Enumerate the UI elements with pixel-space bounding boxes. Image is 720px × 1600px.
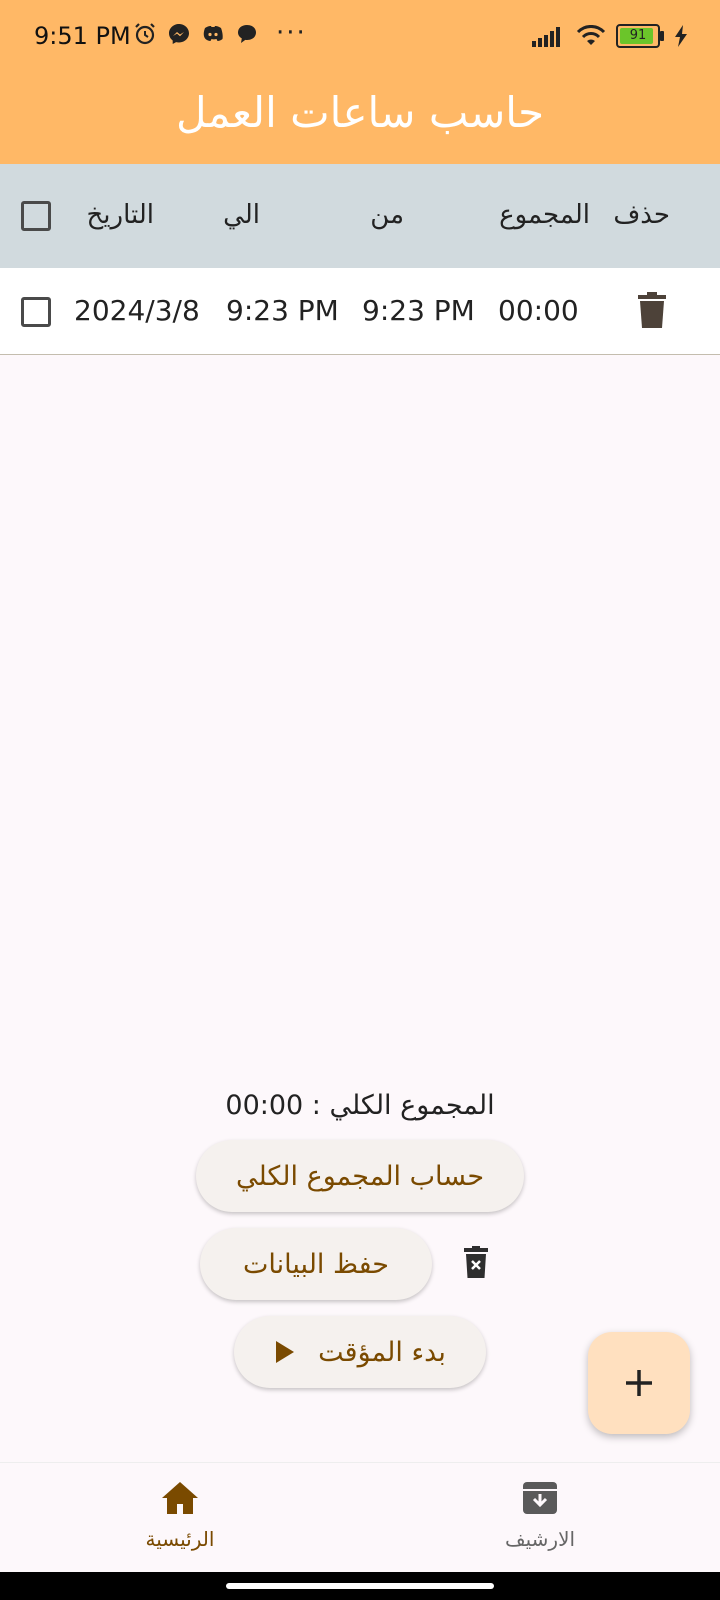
status-time: 9:51 PM [34, 22, 131, 50]
nav-item-home[interactable]: الرئيسية [90, 1481, 270, 1551]
nav-label-home: الرئيسية [145, 1527, 215, 1551]
play-icon [276, 1341, 295, 1363]
table-row: 2024/3/8 9:23 PM 9:23 PM 00:00 [0, 268, 720, 355]
chat-bubble-icon [238, 25, 256, 43]
home-gesture-handle[interactable] [226, 1583, 494, 1589]
start-timer-label: بدء المؤقت [318, 1336, 446, 1368]
app-bar: حاسب ساعات العمل [0, 72, 720, 164]
select-all-checkbox[interactable] [21, 201, 51, 231]
clear-data-icon[interactable] [464, 1246, 488, 1278]
start-timer-button[interactable]: بدء المؤقت [234, 1316, 486, 1388]
save-data-label: حفظ البيانات [243, 1248, 389, 1280]
nav-item-archive[interactable]: الارشيف [450, 1481, 630, 1551]
calculate-total-button[interactable]: حساب المجموع الكلي [196, 1140, 524, 1212]
nav-label-archive: الارشيف [504, 1527, 576, 1551]
row-date: 2024/3/8 [74, 294, 200, 327]
header-date: التاريخ [86, 200, 155, 230]
wifi-icon [576, 25, 606, 45]
header-to: الي [223, 200, 260, 230]
signal-icon [532, 27, 560, 47]
messenger-icon [169, 24, 189, 44]
plus-icon [626, 1370, 652, 1396]
table-header: حذف المجموع من الي التاريخ [0, 164, 720, 269]
home-icon [162, 1482, 198, 1514]
delete-row-icon[interactable] [638, 292, 666, 328]
calculate-total-label: حساب المجموع الكلي [235, 1160, 485, 1192]
status-bar: 9:51 PM ··· 91 [0, 0, 720, 72]
archive-icon [523, 1482, 557, 1514]
battery-icon: 91 [616, 24, 664, 48]
header-delete: حذف [613, 200, 670, 230]
discord-icon [203, 26, 223, 41]
system-icons: 91 [532, 24, 688, 48]
page-title: حاسب ساعات العمل [175, 88, 545, 137]
notification-icons [133, 22, 259, 46]
row-time-a: 9:23 PM [226, 294, 339, 327]
gesture-bar [0, 1572, 720, 1600]
bottom-nav: الرئيسية الارشيف [0, 1462, 720, 1573]
battery-level: 91 [629, 28, 647, 43]
alarm-icon [135, 23, 155, 45]
grand-total: المجموع الكلي : 00:00 [225, 1090, 495, 1121]
row-total: 00:00 [498, 294, 579, 327]
row-time-b: 9:23 PM [362, 294, 475, 327]
add-entry-fab[interactable] [588, 1332, 690, 1434]
header-total: المجموع [499, 200, 590, 230]
more-notifications-icon: ··· [276, 18, 307, 48]
header-from: من [370, 200, 404, 230]
row-checkbox[interactable] [21, 297, 51, 327]
charging-icon [675, 25, 687, 47]
save-data-button[interactable]: حفظ البيانات [200, 1228, 432, 1300]
